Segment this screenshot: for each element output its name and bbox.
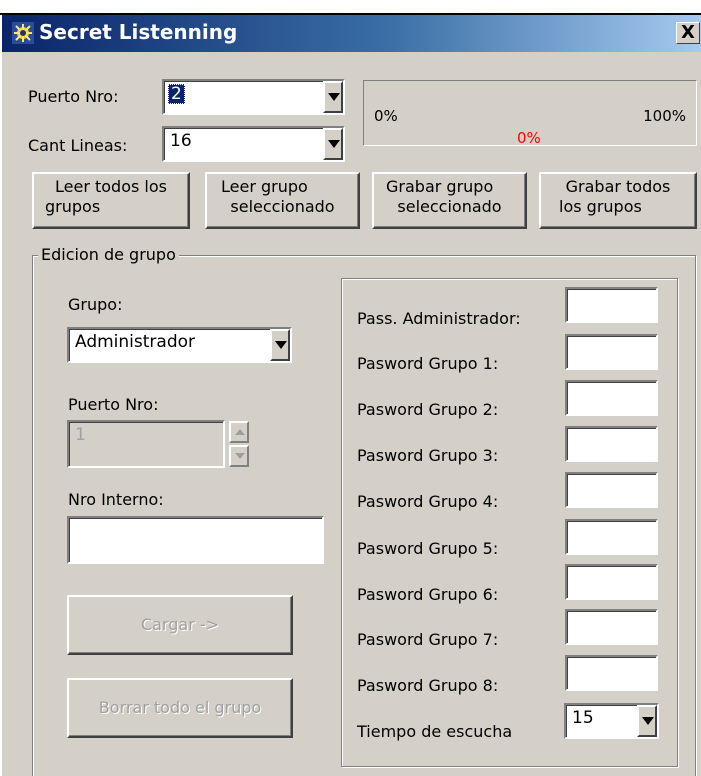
interno-label: Nro Interno:: [68, 490, 164, 509]
pass-grupo-5-input[interactable]: [565, 519, 658, 555]
pass-grupo-8-label: Pasword Grupo 8:: [357, 676, 499, 695]
pass-admin-label: Pass. Administrador:: [357, 309, 521, 328]
chevron-down-icon[interactable]: [323, 128, 343, 160]
puerto-spinner[interactable]: [229, 421, 249, 467]
pass-grupo-2-input[interactable]: [565, 380, 658, 416]
leer-grupo-button[interactable]: Leer grupo seleccionado: [205, 172, 360, 229]
spin-up-icon[interactable]: [229, 421, 249, 443]
lineas-select[interactable]: 16: [162, 126, 345, 162]
grabar-todos-label-line1: Grabar todos: [565, 177, 671, 196]
edicion-puerto-value: 1: [75, 425, 86, 445]
leer-grupo-label-line2: seleccionado: [230, 197, 335, 216]
chevron-down-icon[interactable]: [637, 705, 657, 737]
pass-admin-input[interactable]: [565, 287, 658, 323]
edicion-legend: Edicion de grupo: [38, 245, 179, 264]
pass-grupo-6-label: Pasword Grupo 6:: [357, 585, 499, 604]
tiempo-label: Tiempo de escucha: [357, 722, 513, 741]
tiempo-select[interactable]: 15: [564, 703, 659, 739]
lineas-select-value: 16: [170, 131, 192, 151]
pass-grupo-6-input[interactable]: [565, 564, 658, 600]
puerto-label: Puerto Nro:: [28, 87, 119, 106]
lineas-label: Cant Lineas:: [28, 136, 128, 155]
progress-panel: 0% 100% 0%: [363, 80, 697, 147]
leer-todos-button[interactable]: Leer todos los grupos: [32, 172, 190, 229]
pass-grupo-3-label: Pasword Grupo 3:: [357, 446, 499, 465]
grabar-todos-label-line2: los grupos: [559, 197, 642, 216]
chevron-down-icon[interactable]: [323, 81, 343, 113]
pass-grupo-4-label: Pasword Grupo 4:: [357, 492, 499, 511]
grupo-select[interactable]: Administrador: [67, 327, 292, 363]
cargar-button-label: Cargar ->: [140, 615, 220, 634]
pass-grupo-7-input[interactable]: [565, 609, 658, 645]
grabar-grupo-label-line1: Grabar grupo: [386, 177, 494, 196]
pass-grupo-7-label: Pasword Grupo 7:: [357, 630, 499, 649]
puerto-select-value: 2: [168, 84, 185, 104]
grabar-grupo-button[interactable]: Grabar grupo seleccionado: [372, 172, 527, 229]
grupo-select-value: Administrador: [75, 332, 196, 352]
close-button[interactable]: X: [676, 22, 700, 44]
edicion-puerto-label: Puerto Nro:: [68, 395, 159, 414]
progress-min-label: 0%: [374, 107, 398, 125]
grupo-label: Grupo:: [68, 295, 123, 314]
progress-current-label: 0%: [517, 129, 541, 147]
spin-down-icon[interactable]: [229, 445, 249, 467]
secret-listenning-window: Secret Listenning X Puerto Nro: 2 Cant L…: [0, 15, 701, 776]
puerto-select[interactable]: 2: [162, 79, 345, 115]
pass-grupo-1-label: Pasword Grupo 1:: [357, 354, 499, 373]
progress-max-label: 100%: [643, 107, 686, 125]
pass-grupo-5-label: Pasword Grupo 5:: [357, 539, 499, 558]
window-title: Secret Listenning: [39, 20, 238, 44]
chevron-down-icon[interactable]: [270, 329, 290, 361]
pass-grupo-1-input[interactable]: [565, 334, 658, 370]
interno-input[interactable]: [67, 516, 324, 564]
close-icon: X: [681, 22, 695, 43]
leer-todos-label-line2: grupos: [45, 197, 101, 216]
pass-grupo-4-input[interactable]: [565, 472, 658, 508]
grabar-grupo-label-line2: seleccionado: [397, 197, 502, 216]
pass-grupo-3-input[interactable]: [565, 426, 658, 462]
grabar-todos-button[interactable]: Grabar todos los grupos: [539, 172, 697, 229]
borrar-grupo-button-label: Borrar todo el grupo: [98, 698, 262, 717]
leer-todos-label-line1: Leer todos los: [55, 177, 167, 196]
edicion-puerto-field[interactable]: 1: [67, 420, 225, 468]
borrar-grupo-button[interactable]: Borrar todo el grupo: [67, 678, 293, 738]
leer-grupo-label-line1: Leer grupo: [221, 177, 308, 196]
cargar-button[interactable]: Cargar ->: [67, 595, 293, 655]
pass-grupo-2-label: Pasword Grupo 2:: [357, 400, 499, 419]
title-bar[interactable]: Secret Listenning X: [2, 15, 701, 52]
tiempo-select-value: 15: [572, 708, 594, 728]
pass-grupo-8-input[interactable]: [565, 655, 658, 691]
app-icon: [12, 22, 34, 44]
